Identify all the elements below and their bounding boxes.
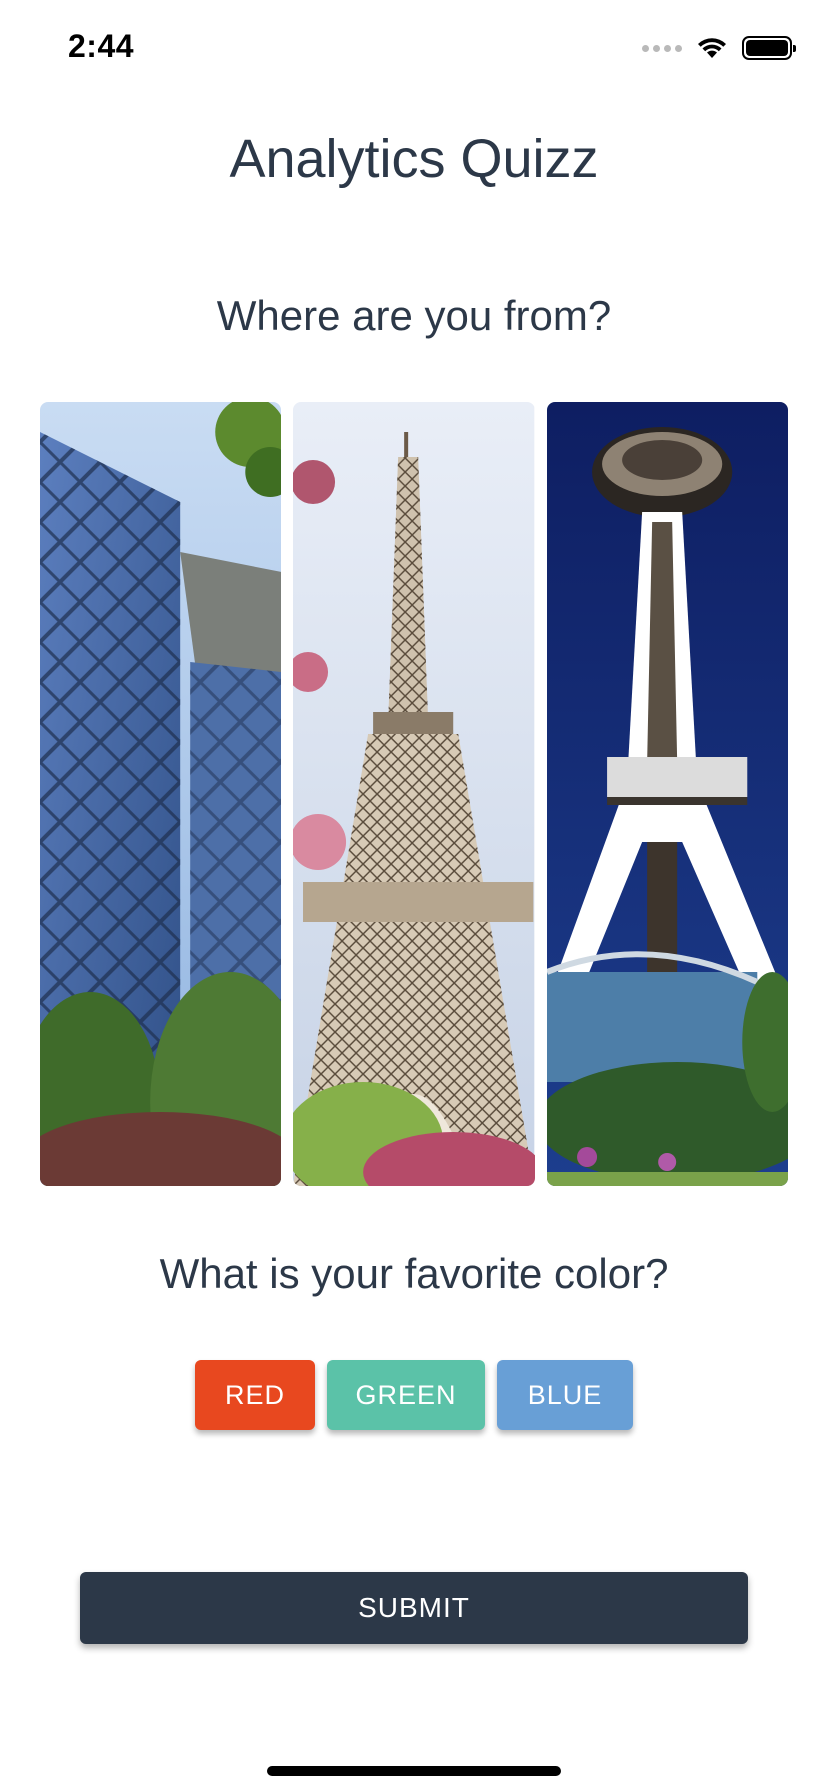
battery-icon xyxy=(742,36,796,60)
status-icons xyxy=(642,36,796,60)
submit-button[interactable]: SUBMIT xyxy=(80,1572,748,1644)
blue-button[interactable]: BLUE xyxy=(497,1360,633,1430)
option-paris[interactable] xyxy=(293,402,535,1186)
color-question: What is your favorite color? xyxy=(159,1250,669,1297)
red-button[interactable]: RED xyxy=(195,1360,315,1430)
space-needle-seattle-photo xyxy=(546,402,788,1186)
quiz-screen: 2:44 Analytics Quizz Where are you from? xyxy=(0,0,828,1792)
origin-options xyxy=(40,402,788,1186)
option-seattle[interactable] xyxy=(546,402,788,1186)
home-indicator[interactable] xyxy=(267,1766,561,1776)
cctv-tower-beijing-photo xyxy=(40,402,282,1186)
green-button[interactable]: GREEN xyxy=(327,1360,485,1430)
page-title: Analytics Quizz xyxy=(229,129,599,189)
status-time: 2:44 xyxy=(68,28,135,64)
cellular-signal-icon xyxy=(642,44,682,52)
eiffel-tower-paris-photo xyxy=(293,402,535,1186)
wifi-icon xyxy=(698,38,726,58)
color-options: RED GREEN BLUE xyxy=(0,1360,828,1430)
option-beijing[interactable] xyxy=(40,402,282,1186)
origin-question: Where are you from? xyxy=(216,292,612,339)
